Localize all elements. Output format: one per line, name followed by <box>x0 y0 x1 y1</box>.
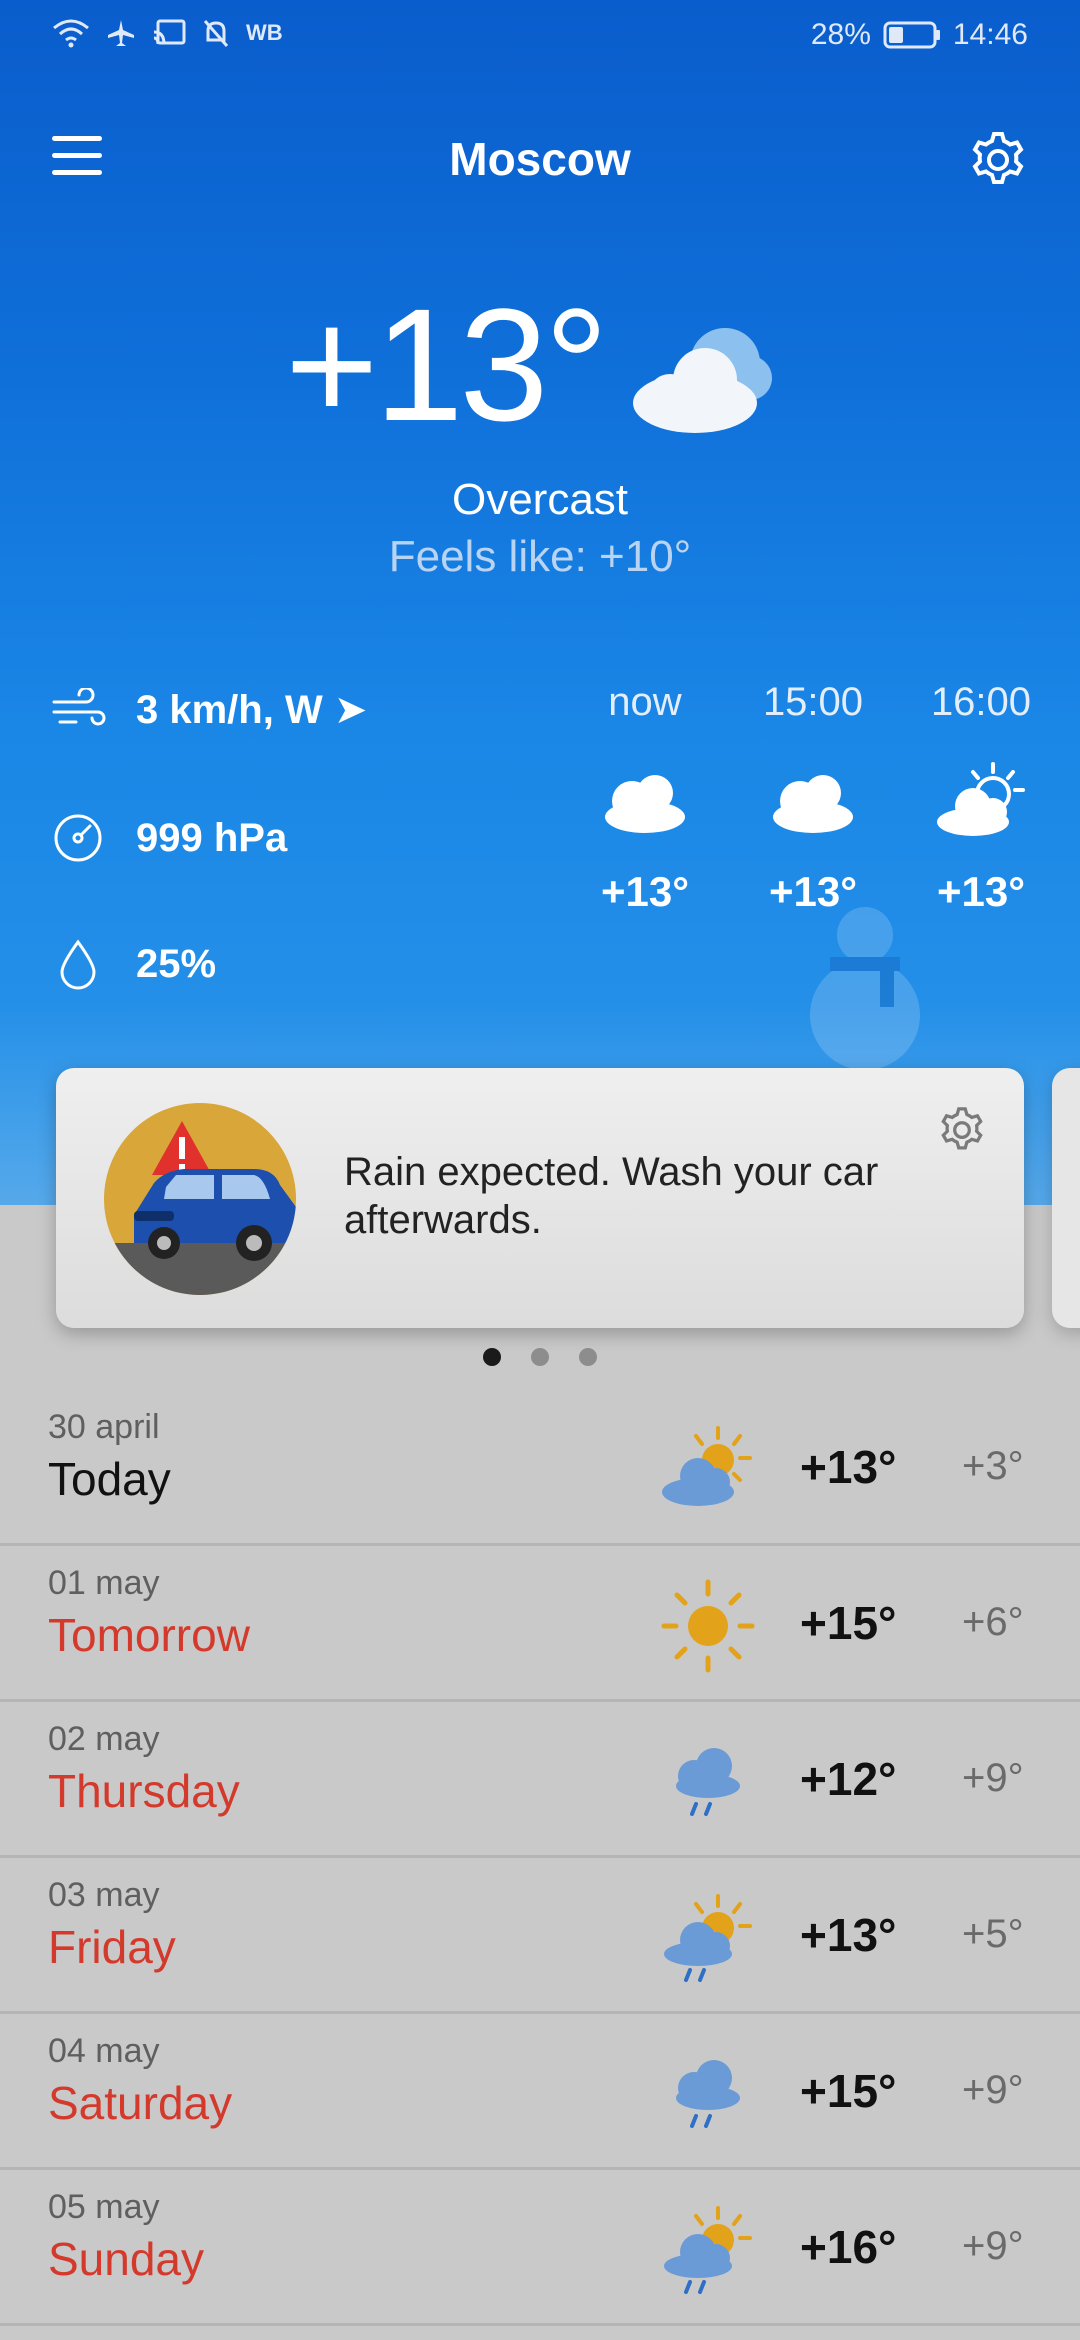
next-card-peek[interactable] <box>1052 1068 1080 1328</box>
carrier-badge: WB <box>246 20 283 45</box>
hour-temp: +13° <box>936 868 1026 915</box>
pager-dot-active[interactable] <box>483 1348 501 1366</box>
forecast-row[interactable]: 03 may Friday +13° +5° <box>0 1858 1080 2014</box>
battery-icon <box>883 21 940 49</box>
hour-label: 15:00 <box>762 680 864 724</box>
forecast-day: Friday <box>48 1921 176 1973</box>
pressure-row: 999 hPa <box>50 808 470 868</box>
wifi-icon <box>53 19 89 48</box>
status-bar: WB 28% 14:46 <box>0 0 1080 74</box>
forecast-date: 03 may <box>48 1876 160 1914</box>
city-name[interactable]: Moscow <box>0 132 1080 186</box>
forecast-date: 01 may <box>48 1564 160 1602</box>
hour-label: now <box>608 680 682 724</box>
hourly-item[interactable]: now +13° <box>570 680 720 916</box>
airplane-icon <box>108 20 134 46</box>
forecast-high: +15° <box>800 1597 897 1649</box>
daily-forecast-list: 30 april Today +13° +3° 01 may Tomorrow <box>0 1390 1080 2326</box>
hour-temp: +13° <box>768 868 858 915</box>
hour-label: 16:00 <box>930 680 1032 724</box>
cloud-icon <box>605 775 685 833</box>
pressure-gauge-icon <box>54 814 102 862</box>
forecast-low: +9° <box>962 1756 1024 1800</box>
forecast-row[interactable]: 30 april Today +13° +3° <box>0 1390 1080 1546</box>
alert-card[interactable]: Rain expected. Wash your car afterwards. <box>56 1068 1024 1328</box>
water-drop-icon <box>60 939 96 990</box>
hourly-item[interactable]: 15:00 +13° <box>738 680 888 916</box>
forecast-day: Today <box>48 1453 171 1505</box>
forecast-row[interactable]: 02 may Thursday +12° +9° <box>0 1702 1080 1858</box>
forecast-date: 04 may <box>48 2032 160 2070</box>
forecast-row[interactable]: 01 may Tomorrow +15° +6° <box>0 1546 1080 1702</box>
hourly-forecast[interactable]: now +13° 15:00 +13° 16:00 +13° <box>570 680 1060 1010</box>
current-temperature: +13° <box>285 275 608 454</box>
humidity-value: 25% <box>136 941 217 986</box>
bell-off-icon <box>203 20 229 47</box>
forecast-row[interactable]: 05 may Sunday +16° +9° <box>0 2170 1080 2326</box>
partly-cloudy-icon <box>662 1426 752 1506</box>
forecast-low: +3° <box>962 1444 1024 1488</box>
cast-icon <box>153 19 186 45</box>
battery-percent: 28% <box>810 18 871 51</box>
sun-icon <box>661 1579 755 1673</box>
humidity-row: 25% <box>50 934 470 994</box>
forecast-day: Sunday <box>48 2233 205 2285</box>
cloud-icon <box>773 775 853 833</box>
alert-text: Rain expected. Wash your car afterwards. <box>344 1150 879 1242</box>
car-warning-icon <box>104 1103 296 1295</box>
sun-rain-icon <box>664 1894 752 1982</box>
feels-like: Feels like: +10° <box>388 532 692 581</box>
sun-rain-icon <box>664 2206 752 2294</box>
rain-cloud-icon <box>676 1748 740 1816</box>
forecast-low: +9° <box>962 2068 1024 2112</box>
forecast-row[interactable]: 04 may Saturday +15° +9° <box>0 2014 1080 2170</box>
gear-icon[interactable] <box>966 128 1030 192</box>
forecast-high: +13° <box>800 1909 897 1961</box>
forecast-date: 05 may <box>48 2188 160 2226</box>
app-bar: Moscow <box>0 120 1080 200</box>
partly-sunny-icon <box>937 762 1025 836</box>
alert-settings-gear-icon[interactable] <box>936 1104 988 1156</box>
weather-condition: Overcast <box>451 475 629 524</box>
wind-row: 3 km/h, W ➤ <box>50 680 470 740</box>
carousel-pager[interactable] <box>0 1348 1080 1366</box>
forecast-high: +16° <box>800 2221 897 2273</box>
forecast-high: +13° <box>800 1441 897 1493</box>
hour-temp: +13° <box>600 868 690 915</box>
pressure-value: 999 hPa <box>136 815 288 860</box>
hourly-item[interactable]: 16:00 +13° <box>906 680 1056 916</box>
forecast-day: Tomorrow <box>48 1609 250 1661</box>
forecast-day: Thursday <box>48 1765 240 1817</box>
forecast-date: 02 may <box>48 1720 160 1758</box>
clock: 14:46 <box>952 18 1028 51</box>
rain-cloud-icon <box>676 2060 740 2128</box>
forecast-date: 30 april <box>48 1408 160 1446</box>
pager-dot[interactable] <box>531 1348 549 1366</box>
forecast-low: +5° <box>962 1912 1024 1956</box>
wind-icon <box>52 688 106 726</box>
pager-dot[interactable] <box>579 1348 597 1366</box>
forecast-high: +15° <box>800 2065 897 2117</box>
wind-value: 3 km/h, W ➤ <box>136 688 368 732</box>
forecast-low: +9° <box>962 2224 1024 2268</box>
forecast-low: +6° <box>962 1600 1024 1644</box>
forecast-day: Saturday <box>48 2077 233 2129</box>
forecast-high: +12° <box>800 1753 897 1805</box>
cloud-icon <box>633 328 772 433</box>
